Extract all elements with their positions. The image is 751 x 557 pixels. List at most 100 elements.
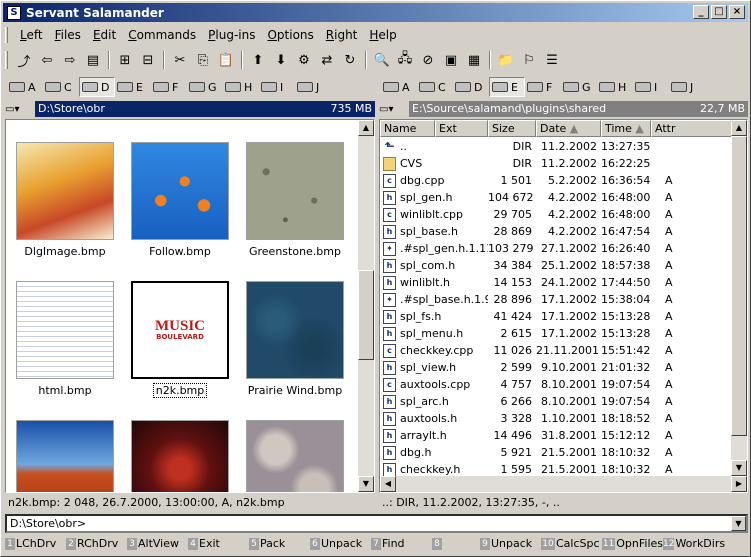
col-ext[interactable]: Ext xyxy=(435,120,488,137)
right-scrollbar[interactable]: ▲ ▼ xyxy=(731,120,747,476)
left-scroll-thumb[interactable] xyxy=(358,270,374,360)
thumbnail-item[interactable] xyxy=(16,420,114,492)
user-menu-icon[interactable]: ☰ xyxy=(541,49,563,71)
scroll-up-icon[interactable]: ▲ xyxy=(358,120,374,136)
drive-j-button[interactable]: J xyxy=(669,77,705,97)
fkey-6-button[interactable]: 6 Unpack xyxy=(310,537,371,550)
back-icon[interactable]: ⇦ xyxy=(36,49,58,71)
file-row[interactable]: h arraylt.h 14 496 31.8.2001 15:12:12 A xyxy=(380,427,691,444)
thumbnail-item[interactable]: Follow.bmp xyxy=(131,142,229,258)
file-row[interactable]: h spl_base.h 28 869 4.2.2002 16:47:54 A xyxy=(380,223,691,240)
file-row[interactable]: h auxtools.h 3 328 1.10.2001 18:18:52 A xyxy=(380,410,691,427)
drive-e-button[interactable]: E xyxy=(115,77,151,97)
file-row[interactable]: h spl_arc.h 6 266 8.10.2001 19:07:54 A xyxy=(380,393,691,410)
drive-c-button[interactable]: C xyxy=(417,77,453,97)
file-row[interactable]: c winliblt.cpp 29 705 4.2.2002 16:48:00 A xyxy=(380,206,691,223)
scroll-up-icon[interactable]: ▲ xyxy=(731,120,747,136)
command-shell-icon[interactable]: ▣ xyxy=(440,49,462,71)
file-row[interactable]: ⬑.. DIR 11.2.2002 13:27:35 xyxy=(380,138,691,155)
fkey-11-button[interactable]: 11 OpnFiles xyxy=(602,537,663,550)
file-row[interactable]: c auxtools.cpp 4 757 8.10.2001 19:07:54 A xyxy=(380,376,691,393)
left-scrollbar[interactable]: ▲ ▼ xyxy=(358,120,374,492)
paste-icon[interactable]: 📋 xyxy=(215,49,237,71)
col-size[interactable]: Size xyxy=(488,120,536,137)
menu-edit[interactable]: Edit xyxy=(87,28,122,42)
col-name[interactable]: Name xyxy=(380,120,435,137)
cut-icon[interactable]: ✂ xyxy=(169,49,191,71)
thumbnail-item[interactable]: DlgImage.bmp xyxy=(16,142,114,258)
fkey-9-button[interactable]: 9 Unpack xyxy=(480,537,541,550)
file-row[interactable]: h spl_view.h 2 599 9.10.2001 21:01:32 A xyxy=(380,359,691,376)
file-row[interactable]: ✦ .#spl_base.h.1.9 28 896 17.1.2002 15:38:04… xyxy=(380,291,691,308)
menu-left[interactable]: Left xyxy=(14,28,49,42)
fkey-10-button[interactable]: 10 CalcSpc xyxy=(541,537,602,550)
select-icon[interactable]: ⊞ xyxy=(114,49,136,71)
file-row[interactable]: ✦ .#spl_gen.h.1.11 103 279 27.1.2002 16:26:4… xyxy=(380,240,691,257)
drive-j-button[interactable]: J xyxy=(295,77,331,97)
menu-commands[interactable]: Commands xyxy=(122,28,202,42)
scroll-down-icon[interactable]: ▼ xyxy=(358,476,374,492)
convert-icon[interactable]: ↻ xyxy=(339,49,361,71)
thumbnail-item[interactable]: MUSIC BOULEVARD n2k.bmp xyxy=(131,281,229,398)
file-row[interactable]: h spl_menu.h 2 615 17.1.2002 15:13:28 A xyxy=(380,325,691,342)
menu-right[interactable]: Right xyxy=(320,28,364,42)
unselect-icon[interactable]: ⊟ xyxy=(137,49,159,71)
right-scroll-thumb[interactable] xyxy=(731,136,747,436)
maximize-button[interactable]: □ xyxy=(711,5,727,19)
file-row[interactable]: h dbg.h 5 921 21.5.2001 18:10:32 A xyxy=(380,444,691,461)
copy-icon[interactable]: ⎘ xyxy=(192,49,214,71)
file-row[interactable]: h spl_fs.h 41 424 17.1.2002 15:13:28 A xyxy=(380,308,691,325)
new-folder-icon[interactable]: 📁 xyxy=(495,49,517,71)
fkey-12-button[interactable]: 12 WorkDirs xyxy=(663,537,725,550)
drive-a-button[interactable]: A xyxy=(7,77,43,97)
fkey-5-button[interactable]: 5 Pack xyxy=(249,537,310,550)
forward-icon[interactable]: ⇨ xyxy=(59,49,81,71)
thumbnail-item[interactable] xyxy=(131,420,229,492)
drive-d-button[interactable]: D xyxy=(453,77,489,97)
drive-f-button[interactable]: F xyxy=(151,77,187,97)
file-row[interactable]: h spl_com.h 34 384 25.1.2002 18:57:38 A xyxy=(380,257,691,274)
left-path[interactable]: D:\Store\obr 735 MB xyxy=(35,101,375,117)
close-button[interactable]: × xyxy=(729,5,745,19)
properties-icon[interactable]: ⚙ xyxy=(293,49,315,71)
pack-icon[interactable]: ⬆ xyxy=(247,49,269,71)
fkey-3-button[interactable]: 3 AltView xyxy=(127,537,188,550)
minimize-button[interactable]: _ xyxy=(693,5,709,19)
menu-options[interactable]: Options xyxy=(261,28,319,42)
menu-plug-ins[interactable]: Plug-ins xyxy=(202,28,261,42)
command-history-dropdown[interactable]: ▼ xyxy=(731,516,746,531)
thumbnail-item[interactable] xyxy=(246,420,344,492)
col-attr[interactable]: Attr xyxy=(651,120,733,137)
file-row[interactable]: h spl_gen.h 104 672 4.2.2002 16:48:00 A xyxy=(380,189,691,206)
view-mode-icon[interactable]: ▦ xyxy=(463,49,485,71)
drive-a-button[interactable]: A xyxy=(381,77,417,97)
drive-c-button[interactable]: C xyxy=(43,77,79,97)
drive-d-button[interactable]: D xyxy=(79,77,115,97)
unpack-icon[interactable]: ⬇ xyxy=(270,49,292,71)
file-row[interactable]: c checkkey.cpp 11 026 21.11.2001 15:51:42 A xyxy=(380,342,691,359)
compare-icon[interactable]: ⇄ xyxy=(316,49,338,71)
fkey-7-button[interactable]: 7 Find xyxy=(371,537,432,550)
scroll-left-icon[interactable]: ◀ xyxy=(380,476,396,492)
fkey-2-button[interactable]: 2 RChDrv xyxy=(66,537,127,550)
drive-h-button[interactable]: H xyxy=(597,77,633,97)
thumbnail-item[interactable]: Prairie Wind.bmp xyxy=(246,281,344,397)
scroll-down-icon[interactable]: ▼ xyxy=(731,460,747,476)
menu-files[interactable]: Files xyxy=(49,28,87,42)
file-row[interactable]: h winliblt.h 14 153 24.1.2002 17:44:50 A xyxy=(380,274,691,291)
left-drive-dropdown[interactable]: ▭▾ xyxy=(5,101,35,117)
command-line[interactable]: D:\Store\obr> ▼ xyxy=(5,514,748,533)
thumbnail-item[interactable]: html.bmp xyxy=(16,281,114,397)
fkey-1-button[interactable]: 1 LChDrv xyxy=(5,537,66,550)
drive-f-button[interactable]: F xyxy=(525,77,561,97)
menu-help[interactable]: Help xyxy=(363,28,402,42)
file-row[interactable]: c dbg.cpp 1 501 5.2.2002 16:36:54 A xyxy=(380,172,691,189)
hot-paths-icon[interactable]: ⚐ xyxy=(518,49,540,71)
col-time[interactable]: Time ▲ xyxy=(601,120,651,137)
up-dir-icon[interactable]: ⤴ xyxy=(13,49,35,71)
disconnect-icon[interactable]: ⊘ xyxy=(417,49,439,71)
file-row[interactable]: CVS DIR 11.2.2002 16:22:25 xyxy=(380,155,691,172)
scroll-right-icon[interactable]: ▶ xyxy=(731,476,747,492)
find-icon[interactable]: 🔍 xyxy=(371,49,393,71)
thumbnail-item[interactable]: Greenstone.bmp xyxy=(246,142,344,258)
